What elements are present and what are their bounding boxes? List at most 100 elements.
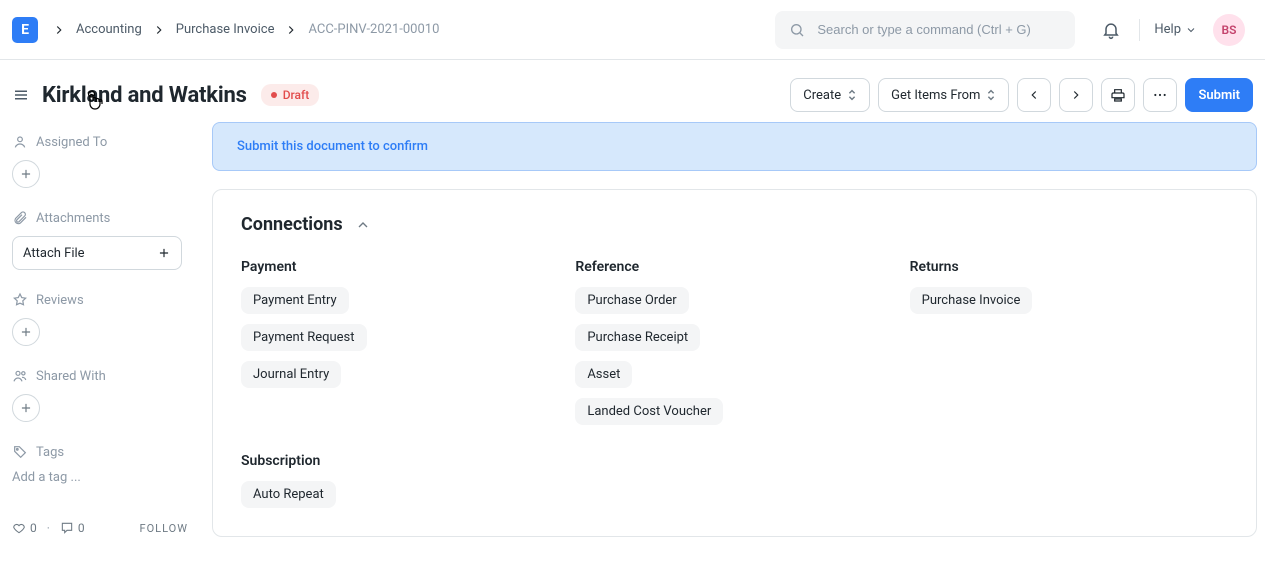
notifications-button[interactable] <box>1101 20 1121 40</box>
add-share-button[interactable] <box>12 394 40 422</box>
status-dot-icon <box>271 92 277 98</box>
plus-icon <box>19 325 33 339</box>
breadcrumb: Accounting Purchase Invoice ACC-PINV-202… <box>52 22 439 37</box>
connections-group: Payment Payment Entry Payment Request Journ… <box>241 259 559 425</box>
connection-chip[interactable]: Asset <box>575 361 632 388</box>
create-label: Create <box>803 88 841 103</box>
page-title: Kirkland and Watkins <box>42 83 247 108</box>
likes-count[interactable]: 0 <box>12 521 37 535</box>
connections-group: Subscription Auto Repeat <box>241 453 559 508</box>
sidebar-attachments: Attachments Attach File <box>12 210 198 270</box>
page-head: Kirkland and Watkins Draft Create Get It… <box>0 60 1265 122</box>
sidebar-tags-text: Tags <box>36 445 64 460</box>
page-body: Assigned To Attachments Attach File Revi… <box>0 122 1265 537</box>
connections-group-title: Reference <box>575 259 893 275</box>
connection-chip[interactable]: Journal Entry <box>241 361 341 388</box>
connections-chip-row: Auto Repeat <box>241 481 559 508</box>
status-badge: Draft <box>261 84 320 106</box>
chevron-right-icon <box>1069 88 1083 102</box>
breadcrumb-current: ACC-PINV-2021-00010 <box>308 22 439 37</box>
search-input[interactable] <box>815 21 1061 38</box>
connections-title: Connections <box>241 214 343 235</box>
select-icon <box>847 88 857 102</box>
sidebar-reviews-text: Reviews <box>36 293 84 308</box>
next-button[interactable] <box>1059 78 1093 112</box>
star-icon <box>12 292 28 308</box>
navbar: E Accounting Purchase Invoice ACC-PINV-2… <box>0 0 1265 60</box>
breadcrumb-item-accounting[interactable]: Accounting <box>76 22 142 37</box>
sidebar: Assigned To Attachments Attach File Revi… <box>12 122 212 535</box>
user-avatar[interactable]: BS <box>1213 14 1245 46</box>
page-actions: Create Get Items From Submit <box>790 78 1253 112</box>
connections-group-title: Payment <box>241 259 559 275</box>
select-icon <box>986 88 996 102</box>
attach-file-button[interactable]: Attach File <box>12 236 182 270</box>
connection-chip[interactable]: Purchase Receipt <box>575 324 700 351</box>
separator-dot: · <box>47 521 50 535</box>
sidebar-reviews: Reviews <box>12 292 198 346</box>
banner-text: Submit this document to confirm <box>237 139 428 154</box>
print-button[interactable] <box>1101 78 1135 112</box>
search-box[interactable] <box>775 11 1075 49</box>
comment-icon <box>60 521 74 535</box>
connections-grid: Payment Payment Entry Payment Request Journ… <box>241 259 1228 508</box>
sidebar-assigned-to: Assigned To <box>12 134 198 188</box>
get-items-from-button[interactable]: Get Items From <box>878 78 1009 112</box>
sidebar-label-assigned-to: Assigned To <box>12 134 198 150</box>
help-label: Help <box>1154 22 1181 37</box>
prev-button[interactable] <box>1017 78 1051 112</box>
connections-group-title: Returns <box>910 259 1228 275</box>
connections-group-title: Subscription <box>241 453 559 469</box>
comments-number: 0 <box>78 521 85 535</box>
bell-icon <box>1101 20 1121 40</box>
sidebar-footer: 0 · 0 FOLLOW <box>12 521 198 535</box>
create-button[interactable]: Create <box>790 78 870 112</box>
connection-chip[interactable]: Purchase Invoice <box>910 287 1033 314</box>
add-tag-input[interactable]: Add a tag ... <box>12 470 198 485</box>
connection-chip[interactable]: Auto Repeat <box>241 481 336 508</box>
chevron-up-icon[interactable] <box>355 217 371 233</box>
help-menu[interactable]: Help <box>1154 22 1197 37</box>
comments-count[interactable]: 0 <box>60 521 85 535</box>
submit-info-banner[interactable]: Submit this document to confirm <box>212 122 1257 171</box>
sidebar-shared-with-text: Shared With <box>36 369 106 384</box>
sidebar-label-tags: Tags <box>12 444 198 460</box>
user-icon <box>12 134 28 150</box>
plus-icon <box>19 401 33 415</box>
chevron-right-icon <box>284 23 298 37</box>
breadcrumb-item-purchase-invoice[interactable]: Purchase Invoice <box>176 22 275 37</box>
connection-chip[interactable]: Purchase Order <box>575 287 688 314</box>
nav-divider <box>1139 19 1140 41</box>
users-icon <box>12 368 28 384</box>
follow-button[interactable]: FOLLOW <box>140 522 188 535</box>
sidebar-tags: Tags Add a tag ... <box>12 444 198 485</box>
plus-icon <box>19 167 33 181</box>
tag-icon <box>12 444 28 460</box>
menu-icon <box>12 86 30 104</box>
connections-chip-row: Purchase Order Purchase Receipt Asset Lande… <box>575 287 893 425</box>
submit-label: Submit <box>1198 88 1240 103</box>
connections-group: Returns Purchase Invoice <box>910 259 1228 425</box>
connection-chip[interactable]: Payment Request <box>241 324 367 351</box>
app-logo[interactable]: E <box>12 17 38 43</box>
chevron-down-icon <box>1185 24 1197 36</box>
sidebar-assigned-to-text: Assigned To <box>36 135 107 150</box>
connection-chip[interactable]: Payment Entry <box>241 287 349 314</box>
sidebar-toggle-button[interactable] <box>12 86 30 104</box>
connections-group: Reference Purchase Order Purchase Receipt A… <box>575 259 893 425</box>
add-assignee-button[interactable] <box>12 160 40 188</box>
connections-chip-row: Payment Entry Payment Request Journal Entr… <box>241 287 559 388</box>
sidebar-shared-with: Shared With <box>12 368 198 422</box>
submit-button[interactable]: Submit <box>1185 78 1253 112</box>
likes-number: 0 <box>30 521 37 535</box>
ellipsis-icon <box>1152 87 1168 103</box>
get-items-from-label: Get Items From <box>891 88 980 103</box>
add-review-button[interactable] <box>12 318 40 346</box>
more-button[interactable] <box>1143 78 1177 112</box>
sidebar-attachments-text: Attachments <box>36 211 110 226</box>
plus-icon <box>157 246 171 260</box>
chevron-right-icon <box>52 23 66 37</box>
connection-chip[interactable]: Landed Cost Voucher <box>575 398 723 425</box>
content-area: Submit this document to confirm Connecti… <box>212 122 1265 537</box>
connections-head: Connections <box>241 214 1228 235</box>
